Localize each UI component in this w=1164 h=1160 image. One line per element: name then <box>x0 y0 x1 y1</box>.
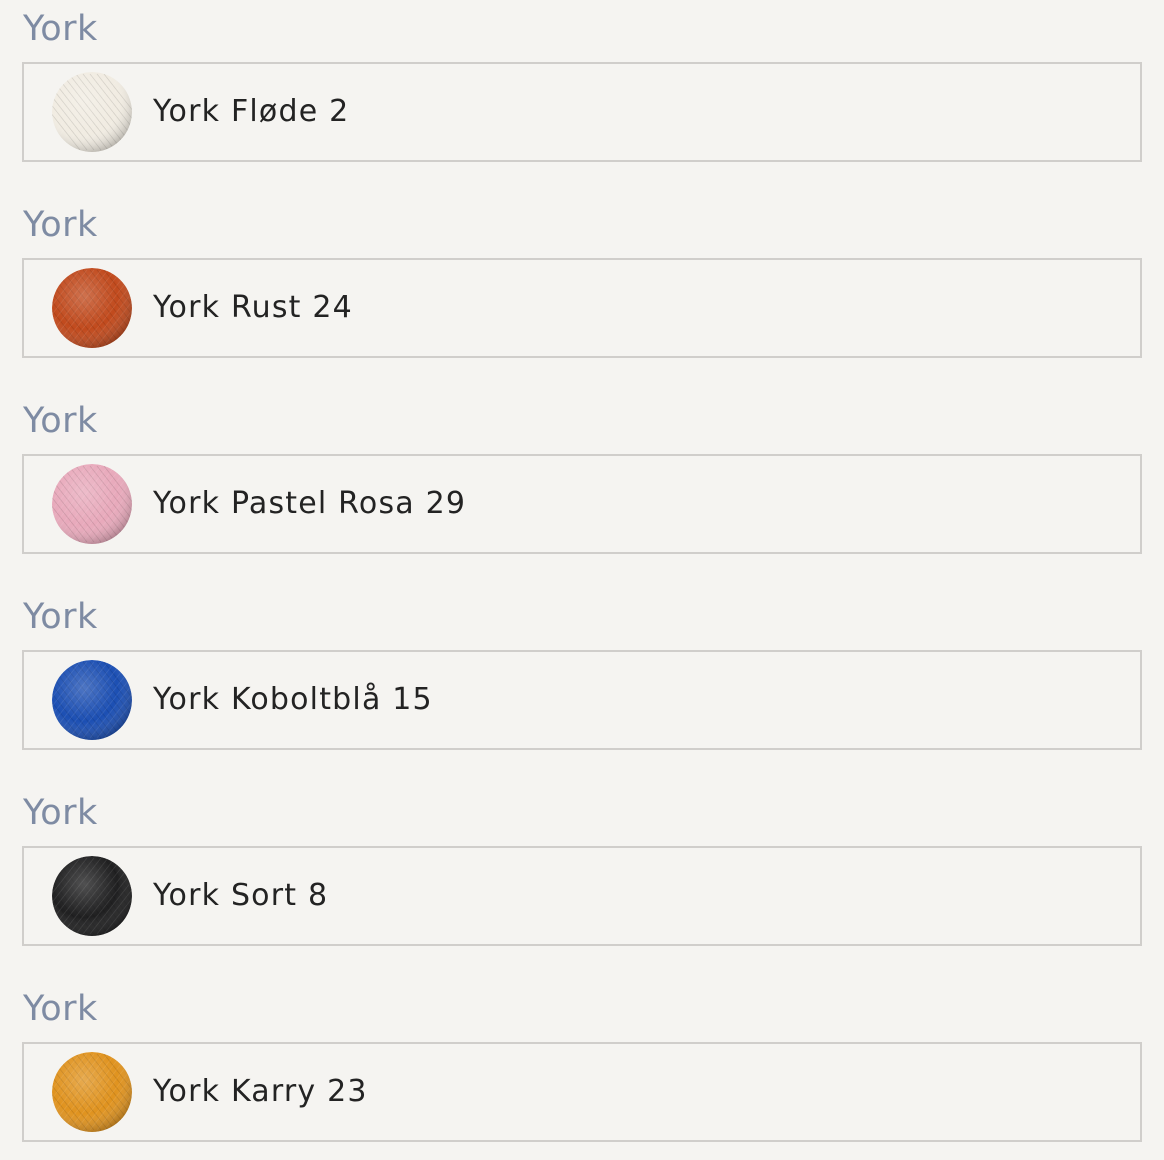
group-label: York <box>23 989 98 1029</box>
yarn-option-label: York Pastel Rosa 29 <box>153 486 467 521</box>
yarn-option-label: York Rust 24 <box>153 290 353 325</box>
yarn-ball-swatch <box>52 464 132 544</box>
yarn-option-rust-24[interactable]: York Rust 24 <box>22 258 1142 358</box>
yarn-option-label: York Koboltblå 15 <box>153 682 433 717</box>
yarn-option-sort-8[interactable]: York Sort 8 <box>22 846 1142 946</box>
yarn-option-label: York Karry 23 <box>153 1074 368 1109</box>
group-label: York <box>23 597 98 637</box>
yarn-ball-swatch <box>52 268 132 348</box>
yarn-option-flode-2[interactable]: York Fløde 2 <box>22 62 1142 162</box>
yarn-option-koboltbla-15[interactable]: York Koboltblå 15 <box>22 650 1142 750</box>
yarn-ball-swatch <box>52 856 132 936</box>
yarn-option-label: York Fløde 2 <box>153 94 350 129</box>
yarn-option-pastel-rosa-29[interactable]: York Pastel Rosa 29 <box>22 454 1142 554</box>
group-label: York <box>23 401 98 441</box>
group-label: York <box>23 9 98 49</box>
yarn-ball-swatch <box>52 1052 132 1132</box>
group-label: York <box>23 205 98 245</box>
yarn-ball-swatch <box>52 72 132 152</box>
group-label: York <box>23 793 98 833</box>
yarn-option-karry-23[interactable]: York Karry 23 <box>22 1042 1142 1142</box>
yarn-ball-swatch <box>52 660 132 740</box>
yarn-option-label: York Sort 8 <box>153 878 329 913</box>
